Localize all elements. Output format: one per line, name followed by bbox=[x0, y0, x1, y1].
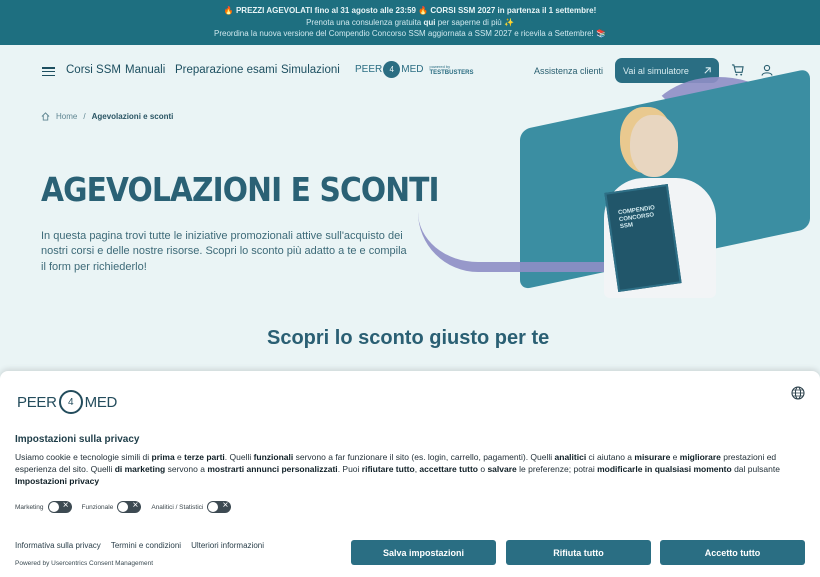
promo-line-1: 🔥 PREZZI AGEVOLATI fino al 31 agosto all… bbox=[223, 6, 597, 15]
logo-mark-icon: 4 bbox=[383, 61, 401, 78]
privacy-policy-link[interactable]: Informativa sulla privacy bbox=[15, 541, 101, 550]
logo-testbusters: TESTBUSTERS bbox=[429, 69, 474, 76]
consent-title: Impostazioni sulla privacy bbox=[15, 434, 140, 445]
promo-consult-link[interactable]: qui bbox=[423, 18, 435, 27]
hero-person-head bbox=[630, 115, 678, 177]
powered-by-text: Powered by Usercentrics Consent Manageme… bbox=[15, 560, 154, 567]
nav-link-preparazione-esami[interactable]: Preparazione esami bbox=[175, 64, 277, 76]
header-logo[interactable]: PEER 4 MED powered by TESTBUSTERS bbox=[355, 61, 473, 78]
consent-toggles: Marketing Funzionale Analitici / Statist… bbox=[15, 500, 241, 513]
terms-link[interactable]: Termini e condizioni bbox=[111, 541, 181, 550]
consent-logo: PEER 4 MED bbox=[17, 390, 117, 414]
breadcrumb-current: Agevolazioni e sconti bbox=[91, 112, 174, 121]
arrow-up-right-icon bbox=[704, 67, 711, 74]
nav-link-corsi-ssm[interactable]: Corsi SSM bbox=[66, 64, 121, 76]
user-icon[interactable] bbox=[761, 64, 773, 76]
toggle-marketing[interactable] bbox=[47, 500, 72, 513]
reject-all-button[interactable]: Rifiuta tutto bbox=[506, 540, 651, 565]
hamburger-icon[interactable] bbox=[42, 67, 55, 76]
toggle-label-marketing: Marketing bbox=[15, 503, 44, 511]
assistenza-link[interactable]: Assistenza clienti bbox=[534, 66, 603, 76]
promo-line-2: Prenota una consulenza gratuita qui per … bbox=[306, 17, 514, 27]
cart-icon[interactable] bbox=[731, 64, 744, 76]
toggle-label-funzionale: Funzionale bbox=[81, 503, 114, 511]
breadcrumb: Home / Agevolazioni e sconti bbox=[41, 112, 173, 121]
breadcrumb-home[interactable]: Home bbox=[56, 112, 77, 121]
nav-link-simulazioni[interactable]: Simulazioni bbox=[281, 64, 340, 76]
consent-description: Usiamo cookie e tecnologie simili di pri… bbox=[15, 452, 780, 486]
simulator-button-label: Vai al simulatore bbox=[623, 65, 689, 76]
hero-lead-text: In questa pagina trovi tutte le iniziati… bbox=[41, 230, 407, 273]
toggle-analitici[interactable] bbox=[207, 500, 232, 513]
consent-links: Informativa sulla privacy Termini e cond… bbox=[15, 541, 264, 550]
home-icon bbox=[41, 112, 50, 121]
more-info-link[interactable]: Ulteriori informazioni bbox=[191, 541, 264, 550]
toggle-funzionale[interactable] bbox=[117, 500, 142, 513]
consent-logo-mark-icon: 4 bbox=[58, 390, 83, 414]
promo-line-3[interactable]: Preordina la nuova versione del Compendi… bbox=[0, 28, 820, 40]
nav-link-manuali[interactable]: Manuali bbox=[125, 64, 165, 76]
page-title: AGEVOLAZIONI E SCONTI bbox=[41, 170, 440, 209]
globe-icon[interactable] bbox=[791, 386, 805, 400]
accept-all-button[interactable]: Accetto tutto bbox=[660, 540, 805, 565]
breadcrumb-separator: / bbox=[83, 112, 86, 121]
section-title: Scopri lo sconto giusto per te bbox=[267, 327, 550, 349]
toggle-label-analitici: Analitici / Statistici bbox=[151, 503, 204, 511]
hero-book-image bbox=[604, 184, 682, 292]
promo-bar: 🔥 PREZZI AGEVOLATI fino al 31 agosto all… bbox=[0, 0, 820, 45]
save-settings-button[interactable]: Salva impostazioni bbox=[351, 540, 496, 565]
